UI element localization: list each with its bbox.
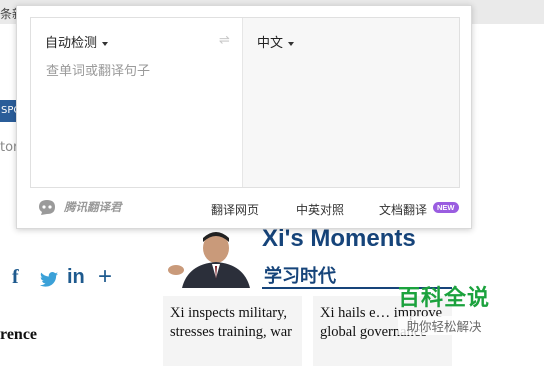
translate-webpage-link[interactable]: 翻译网页	[211, 201, 259, 218]
twitter-icon[interactable]	[40, 270, 58, 292]
brand: 腾讯翻译君	[36, 196, 122, 218]
translator-popup: 自动检测 ⇌ 中文 腾讯翻译君 翻译网页 中英对照 文档翻译 NEW	[16, 5, 472, 229]
watermark-title: 百科全说	[398, 286, 491, 311]
translator-footer: 腾讯翻译君 翻译网页 中英对照 文档翻译 NEW	[17, 196, 471, 222]
chevron-down-icon	[288, 41, 295, 46]
bilingual-view-link[interactable]: 中英对照	[296, 201, 344, 218]
translator-logo-icon	[39, 200, 55, 215]
chevron-down-icon	[102, 41, 109, 46]
document-translate-link[interactable]: 文档翻译	[379, 201, 427, 218]
brand-name: 腾讯翻译君	[64, 200, 122, 214]
facebook-icon[interactable]: f	[12, 266, 19, 288]
linkedin-icon[interactable]: in	[67, 266, 85, 288]
target-language-select[interactable]: 中文	[257, 32, 295, 51]
target-language-label: 中文	[257, 36, 284, 51]
banner-title-cn: 学习时代	[264, 266, 336, 287]
plus-icon[interactable]: +	[98, 265, 112, 289]
conference-heading: rence	[0, 326, 38, 343]
banner-title-en: Xi's Moments	[262, 225, 416, 252]
watermark-subtitle: 助你轻松解决	[398, 316, 491, 335]
new-badge: NEW	[433, 202, 459, 213]
target-pane: 中文	[242, 18, 459, 187]
swap-languages-icon[interactable]: ⇌	[219, 33, 230, 48]
news-card-text: Xi inspects military, stresses training,…	[170, 305, 293, 340]
source-language-select[interactable]: 自动检测	[45, 32, 109, 51]
watermark: 百科全说 助你轻松解决	[398, 280, 491, 335]
source-language-label: 自动检测	[45, 36, 98, 51]
translation-box: 自动检测 ⇌ 中文	[30, 17, 460, 188]
portrait-image	[168, 232, 250, 288]
source-text-input[interactable]	[46, 64, 231, 79]
source-pane: 自动检测 ⇌	[31, 18, 242, 187]
news-card[interactable]: Xi inspects military, stresses training,…	[163, 296, 302, 366]
